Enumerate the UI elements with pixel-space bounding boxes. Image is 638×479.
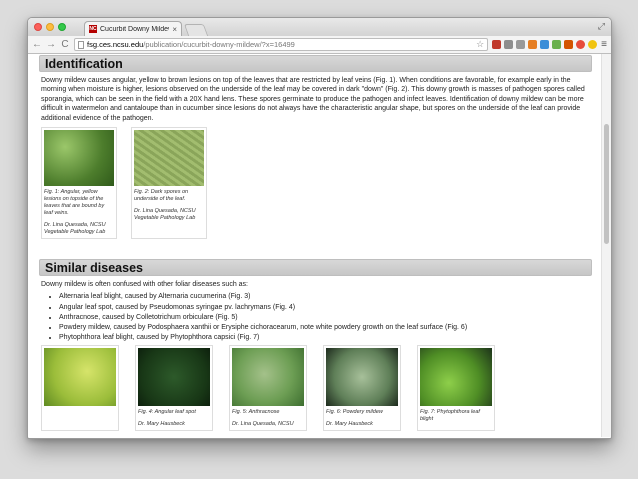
figure-3-image[interactable]: [44, 348, 116, 407]
extension-yellow-icon[interactable]: [588, 40, 598, 49]
figure-7-caption: Fig. 7: Phytophthora leaf blight: [420, 409, 480, 423]
scrollbar-thumb[interactable]: [604, 124, 609, 244]
forward-icon[interactable]: →: [46, 39, 56, 50]
list-item: Phytophthora leaf blight, caused by Phyt…: [59, 333, 592, 343]
new-tab-button[interactable]: [183, 24, 209, 36]
figure-2-caption: Fig. 2: Dark spores on underside of the …: [134, 189, 189, 203]
figure-6-image[interactable]: [326, 348, 398, 407]
adblock-icon[interactable]: [576, 40, 586, 49]
figure-1-credit: Dr. Lina Quesada, NCSU Vegetable Patholo…: [44, 222, 106, 236]
figure-4-credit: Dr. Mary Hausbeck: [138, 421, 185, 428]
figure-2[interactable]: Fig. 2: Dark spores on underside of the …: [131, 127, 207, 240]
close-window-button[interactable]: [34, 23, 42, 31]
browser-tab[interactable]: NC Cucurbit Downy Mildew | F ×: [84, 21, 182, 36]
similar-diseases-intro: Downy mildew is often confused with othe…: [41, 281, 248, 289]
hamburger-menu-icon[interactable]: ≡: [601, 39, 607, 50]
list-item: Alternaria leaf blight, caused by Altern…: [59, 292, 592, 302]
extension-icons: [492, 40, 598, 49]
figure-6-credit: Dr. Mary Hausbeck: [326, 421, 373, 428]
browser-window: NC Cucurbit Downy Mildew | F × ⤢ ← → C f…: [27, 17, 612, 439]
minimize-window-button[interactable]: [46, 23, 54, 31]
figure-5-credit: Dr. Lina Quesada, NCSU: [232, 421, 294, 428]
window-controls: [34, 23, 66, 31]
figure-6[interactable]: Fig. 6: Powdery mildew Dr. Mary Hausbeck: [323, 345, 401, 432]
tab-close-icon[interactable]: ×: [172, 25, 177, 34]
url-host: fsg.ces.ncsu.edu: [87, 40, 144, 49]
bookmark-star-icon[interactable]: ☆: [476, 39, 484, 50]
figure-6-caption: Fig. 6: Powdery mildew: [326, 409, 383, 416]
page-content: Identification Downy mildew causes angul…: [39, 54, 592, 432]
tab-title: Cucurbit Downy Mildew | F: [100, 25, 169, 33]
extension-book-icon[interactable]: [516, 40, 526, 49]
figure-4-image[interactable]: [138, 348, 210, 407]
html5-icon[interactable]: [528, 40, 538, 49]
figure-2-credit: Dr. Lina Quesada, NCSU Vegetable Patholo…: [134, 208, 196, 222]
ncsu-favicon-icon: NC: [89, 25, 97, 33]
figure-5[interactable]: Fig. 5: Anthracnose Dr. Lina Quesada, NC…: [229, 345, 307, 432]
identification-paragraph: Downy mildew causes angular, yellow to b…: [41, 77, 585, 122]
page-icon: [78, 40, 84, 49]
figure-1[interactable]: Fig. 1: Angular, yellow lesions on topsi…: [41, 127, 117, 240]
figure-1-caption: Fig. 1: Angular, yellow lesions on topsi…: [44, 189, 105, 217]
figure-7-image[interactable]: [420, 348, 492, 407]
page-viewport: Identification Downy mildew causes angul…: [28, 54, 611, 437]
vertical-scrollbar[interactable]: [601, 54, 611, 437]
url-path: /publication/cucurbit-downy-mildew/?x=16…: [143, 40, 295, 49]
fullscreen-icon[interactable]: ⤢: [598, 21, 605, 32]
list-item: Anthracnose, caused by Colletotrichum or…: [59, 313, 592, 323]
url-text[interactable]: fsg.ces.ncsu.edu/publication/cucurbit-do…: [87, 40, 473, 49]
extension-red-icon[interactable]: [492, 40, 502, 49]
title-bar: NC Cucurbit Downy Mildew | F × ⤢: [28, 18, 611, 36]
similar-diseases-list: Alternaria leaf blight, caused by Altern…: [39, 292, 592, 343]
identification-figures: Fig. 1: Angular, yellow lesions on topsi…: [41, 127, 592, 240]
figure-5-caption: Fig. 5: Anthracnose: [232, 409, 280, 416]
android-icon[interactable]: [552, 40, 562, 49]
list-item: Angular leaf spot, caused by Pseudomonas…: [59, 303, 592, 313]
identification-heading: Identification: [39, 55, 592, 72]
extension-puzzle-icon[interactable]: [540, 40, 550, 49]
address-bar[interactable]: fsg.ces.ncsu.edu/publication/cucurbit-do…: [74, 38, 489, 51]
list-item: Powdery mildew, caused by Podosphaera xa…: [59, 323, 592, 333]
figure-3[interactable]: [41, 345, 119, 432]
figure-1-image[interactable]: [44, 130, 114, 187]
figure-2-image[interactable]: [134, 130, 204, 187]
similar-diseases-heading: Similar diseases: [39, 259, 592, 277]
figure-4[interactable]: Fig. 4: Angular leaf spot Dr. Mary Hausb…: [135, 345, 213, 432]
figure-5-image[interactable]: [232, 348, 304, 407]
similar-diseases-figures: Fig. 4: Angular leaf spot Dr. Mary Hausb…: [41, 345, 592, 432]
maximize-window-button[interactable]: [58, 23, 66, 31]
figure-7[interactable]: Fig. 7: Phytophthora leaf blight: [417, 345, 495, 432]
extension-gray-icon[interactable]: [504, 40, 514, 49]
back-icon[interactable]: ←: [32, 39, 42, 50]
browser-toolbar: ← → C fsg.ces.ncsu.edu/publication/cucur…: [28, 36, 611, 54]
reload-icon[interactable]: C: [60, 39, 70, 50]
extension-orange-icon[interactable]: [564, 40, 574, 49]
figure-4-caption: Fig. 4: Angular leaf spot: [138, 409, 196, 416]
